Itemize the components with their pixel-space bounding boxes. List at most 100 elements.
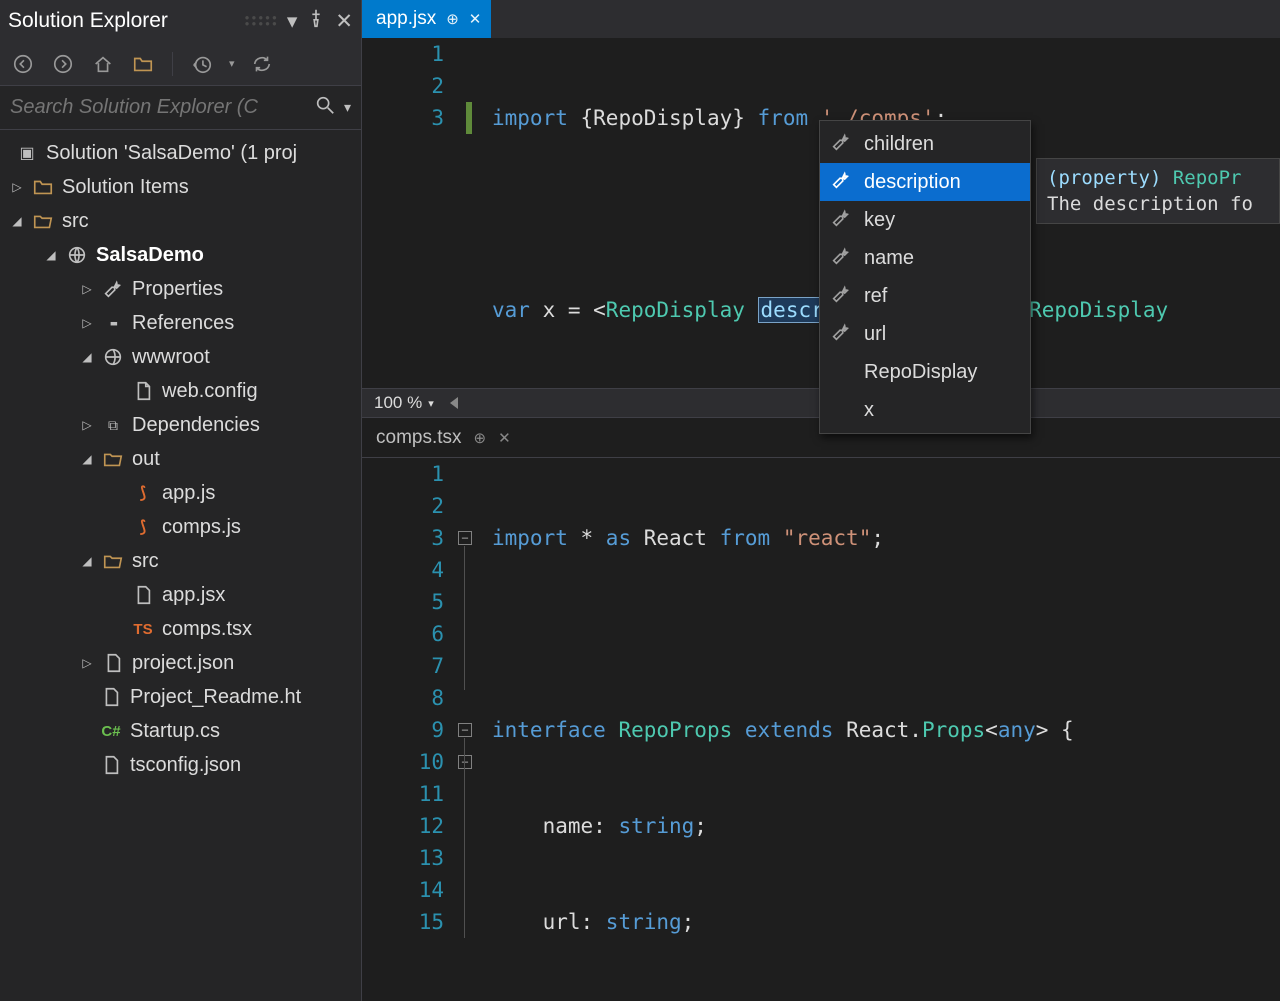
twisty-icon[interactable]: ◢ xyxy=(80,350,94,364)
twisty-icon[interactable]: ◢ xyxy=(44,248,58,262)
forward-button[interactable] xyxy=(50,51,76,77)
home-button[interactable] xyxy=(90,51,116,77)
editor-area: app.jsx ⊕ ✕ 123 import {RepoDisplay} fro… xyxy=(362,0,1280,1001)
search-icon[interactable] xyxy=(314,94,336,121)
tree-node-project-json[interactable]: ▷ project.json xyxy=(0,646,361,680)
chevron-down-icon[interactable]: ▾ xyxy=(229,57,235,70)
sync-button[interactable] xyxy=(249,51,275,77)
intellisense-popup[interactable]: children descriptionkeyname ref url RepoDis… xyxy=(819,120,1031,434)
tree-node-comps-js[interactable]: ⟆ comps.js xyxy=(0,510,361,544)
twisty-icon[interactable]: ◢ xyxy=(80,452,94,466)
twisty-icon[interactable]: ▷ xyxy=(10,180,24,194)
solution-explorer: Solution Explorer ●●●●●●●●●● ▾ ✕ ▾ xyxy=(0,0,362,1001)
history-button[interactable] xyxy=(189,51,215,77)
intellisense-item[interactable]: description xyxy=(820,163,1030,201)
jsx-file-icon xyxy=(132,584,154,606)
pin-icon[interactable]: ⊕ xyxy=(474,429,487,447)
intellisense-item-label: RepoDisplay xyxy=(864,361,977,384)
zoom-level-dropdown[interactable]: 100 % ▾ xyxy=(368,393,440,413)
intellisense-item[interactable]: key xyxy=(820,201,1030,239)
wrench-icon xyxy=(102,278,124,300)
intellisense-item[interactable]: url xyxy=(820,315,1030,353)
tree-node-out[interactable]: ◢ out xyxy=(0,442,361,476)
intellisense-item[interactable]: ref xyxy=(820,277,1030,315)
tabstrip-top: app.jsx ⊕ ✕ xyxy=(362,0,1280,38)
tree-node-tsconfig-json[interactable]: tsconfig.json xyxy=(0,748,361,782)
wrench-icon xyxy=(830,283,852,310)
wrench-icon xyxy=(830,131,852,158)
twisty-icon[interactable]: ▷ xyxy=(80,316,94,330)
wrench-icon xyxy=(830,207,852,234)
html-file-icon xyxy=(100,686,122,708)
wrench-icon xyxy=(830,169,852,196)
intellisense-item-label: ref xyxy=(864,285,887,308)
intellisense-item[interactable]: x xyxy=(820,391,1030,429)
fold-toggle[interactable]: − xyxy=(458,531,472,545)
close-icon[interactable]: ✕ xyxy=(498,429,511,447)
tree-node-dependencies[interactable]: ▷ ⧉ Dependencies xyxy=(0,408,361,442)
code-editor-bottom[interactable]: 1234 5678 9101112 131415 − − − import * … xyxy=(362,458,1280,1001)
tree-node-app-jsx[interactable]: app.jsx xyxy=(0,578,361,612)
twisty-icon[interactable]: ▷ xyxy=(80,656,94,670)
fold-toggle[interactable]: − xyxy=(458,755,472,769)
pin-icon[interactable]: ⊕ xyxy=(446,10,459,28)
tree-node-startup-cs[interactable]: C# Startup.cs xyxy=(0,714,361,748)
cs-file-icon: C# xyxy=(100,720,122,742)
twisty-icon[interactable]: ◢ xyxy=(10,214,24,228)
fold-toggle[interactable]: − xyxy=(458,723,472,737)
tree-node-wwwroot[interactable]: ◢ wwwroot xyxy=(0,340,361,374)
tree-node-solution-items[interactable]: ▷ Solution Items xyxy=(0,170,361,204)
code-lines[interactable]: import * as React from "react"; interfac… xyxy=(492,458,1280,1001)
tree-node-references[interactable]: ▷ ▪▪ References xyxy=(0,306,361,340)
tab-app-jsx[interactable]: app.jsx ⊕ ✕ xyxy=(362,0,491,38)
solution-icon: ▣ xyxy=(16,142,38,164)
tree-node-salsa-demo[interactable]: ◢ SalsaDemo xyxy=(0,238,361,272)
folder-button[interactable] xyxy=(130,51,156,77)
solution-node[interactable]: ▣ Solution 'SalsaDemo' (1 proj xyxy=(0,136,361,170)
intellisense-item[interactable]: RepoDisplay xyxy=(820,353,1030,391)
chevron-down-icon: ▾ xyxy=(428,397,434,410)
dropdown-icon[interactable]: ▾ xyxy=(287,9,298,34)
globe-icon xyxy=(66,244,88,266)
tree-node-project-readme[interactable]: Project_Readme.ht xyxy=(0,680,361,714)
close-icon[interactable]: ✕ xyxy=(335,9,353,34)
tree-node-src[interactable]: ◢ src xyxy=(0,204,361,238)
ts-file-icon: TS xyxy=(132,618,154,640)
search-options-icon[interactable]: ▾ xyxy=(344,99,351,116)
intellisense-item-label: x xyxy=(864,399,874,422)
split-arrow-icon[interactable] xyxy=(450,397,458,409)
back-button[interactable] xyxy=(10,51,36,77)
search-input[interactable] xyxy=(10,96,306,119)
tree-node-web-config[interactable]: web.config xyxy=(0,374,361,408)
intellisense-item[interactable]: name xyxy=(820,239,1030,277)
wrench-icon xyxy=(830,245,852,272)
folder-open-icon xyxy=(32,210,54,232)
references-icon: ▪▪ xyxy=(102,312,124,334)
tree-node-properties[interactable]: ▷ Properties xyxy=(0,272,361,306)
pin-icon[interactable] xyxy=(305,7,327,35)
tree-node-src-inner[interactable]: ◢ src xyxy=(0,544,361,578)
intellisense-tooltip: (property) RepoPr The description fo xyxy=(1036,158,1280,224)
drag-handle[interactable]: ●●●●●●●●●● xyxy=(245,15,279,27)
solution-tree[interactable]: ▣ Solution 'SalsaDemo' (1 proj ▷ Solutio… xyxy=(0,130,361,1001)
solution-explorer-title: Solution Explorer xyxy=(8,9,237,33)
toolbar-separator xyxy=(172,52,173,76)
twisty-icon[interactable]: ◢ xyxy=(80,554,94,568)
twisty-icon[interactable]: ▷ xyxy=(80,282,94,296)
close-icon[interactable]: ✕ xyxy=(469,10,482,28)
tab-comps-tsx[interactable]: comps.tsx ⊕ ✕ xyxy=(362,418,523,457)
tree-node-app-js[interactable]: ⟆ app.js xyxy=(0,476,361,510)
intellisense-item-label: children xyxy=(864,133,934,156)
solution-explorer-search: ▾ xyxy=(0,86,361,130)
folder-open-icon xyxy=(102,448,124,470)
folder-open-icon xyxy=(102,550,124,572)
json-file-icon xyxy=(102,652,124,674)
js-file-icon: ⟆ xyxy=(132,516,154,538)
line-gutter: 1234 5678 9101112 131415 xyxy=(362,458,458,1001)
intellisense-item[interactable]: children xyxy=(820,125,1030,163)
globe-icon xyxy=(102,346,124,368)
dependencies-icon: ⧉ xyxy=(102,414,124,436)
tree-node-comps-tsx[interactable]: TS comps.tsx xyxy=(0,612,361,646)
line-gutter: 123 xyxy=(362,38,458,388)
twisty-icon[interactable]: ▷ xyxy=(80,418,94,432)
